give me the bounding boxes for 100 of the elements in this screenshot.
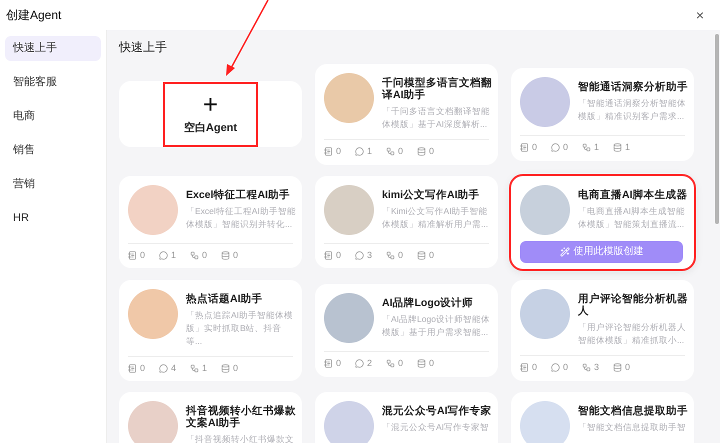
database-icon <box>417 251 426 260</box>
workflow-icon <box>582 143 592 152</box>
stat-count: 0 <box>398 357 404 370</box>
notebook-icon <box>128 364 137 373</box>
template-card[interactable]: 电商直播AI脚本生成器 「电商直播AI脚本生成智能体模版」智能策划直播流... 使用此模版创建 <box>511 176 694 268</box>
card-title: 空白Agent <box>184 120 238 136</box>
template-card[interactable]: 智能文档信息提取助手 「智能文档信息提取助手智 <box>511 392 694 443</box>
sidebar-item[interactable]: 电商 <box>5 104 101 129</box>
avatar-placeholder <box>520 184 570 234</box>
workflow-icon <box>582 363 592 372</box>
window-title: 创建Agent <box>6 7 62 24</box>
card-description: 「用户评论智能分析机器人智能体模版」精准抓取小... <box>578 321 687 347</box>
template-card[interactable]: 千问模型多语言文档翻译AI助手 「千问多语言文档翻译智能体模版」基于AI深度解析... 0 1 0 0 <box>315 64 498 164</box>
card-title: kimi公文写作AI助手 <box>382 188 481 201</box>
database-icon <box>613 363 622 372</box>
card-title: 热点话题AI助手 <box>186 292 264 304</box>
card-description: 「AI品牌Logo设计师智能体模版」基于用户需求智能... <box>382 313 491 339</box>
card-title: 用户评论智能分析机器人 <box>578 293 689 317</box>
template-card[interactable]: kimi公文写作AI助手 「Kimi公文写作AI助手智能体模版」精准解析用户需... 0 3 0 0 <box>315 176 498 268</box>
chat-icon <box>355 359 364 368</box>
stat-count: 4 <box>171 362 176 374</box>
stat-count: 1 <box>594 141 600 154</box>
card-description: 「电商直播AI脚本生成智能体模版」智能策划直播流... <box>578 204 686 230</box>
notebook-icon <box>324 147 333 156</box>
avatar-placeholder <box>324 73 374 123</box>
scrollbar-thumb[interactable] <box>714 34 718 224</box>
sidebar-item[interactable]: 营销 <box>5 172 101 197</box>
workflow-icon <box>190 364 200 373</box>
database-icon <box>417 359 426 368</box>
avatar-placeholder <box>520 401 570 443</box>
card-description: 「Excel特征工程AI助手智能体模版」智能识别并转化... <box>186 204 297 231</box>
chat-icon <box>551 143 560 152</box>
avatar-placeholder <box>128 184 178 235</box>
stat-count: 0 <box>202 248 208 262</box>
card-description: 「热点追踪AI助手智能体模版」实时抓取B站、抖音等... <box>186 308 294 348</box>
template-card[interactable]: AI品牌Logo设计师 「AI品牌Logo设计师智能体模版」基于用户需求智能... 0 2 0 0 <box>315 284 498 376</box>
stat-count: 0 <box>563 361 568 374</box>
sidebar-item[interactable]: 快速上手 <box>5 36 101 61</box>
chat-icon <box>355 147 364 156</box>
database-icon <box>613 143 622 152</box>
notebook-icon <box>324 359 333 368</box>
stat-count: 0 <box>532 361 538 374</box>
template-card[interactable]: 混元公众号AI写作专家 「混元公众号AI写作专家智 <box>315 392 498 443</box>
wand-icon <box>560 246 570 256</box>
card-description: 「Kimi公文写作AI助手智能体模版」精准解析用户需... <box>382 204 490 231</box>
workflow-icon <box>386 251 396 260</box>
avatar-placeholder <box>324 401 374 443</box>
stat-count: 1 <box>202 362 208 374</box>
stat-count: 3 <box>594 361 600 374</box>
template-card[interactable]: 智能通话洞察分析助手 「智能通话洞察分析智能体模版」精准识别客户需求... 0 0 1 1 <box>511 68 694 160</box>
avatar-placeholder <box>324 293 374 343</box>
sidebar-item[interactable]: HR <box>5 206 101 231</box>
template-card[interactable]: 抖音视频转小红书爆款文案AI助手 「抖音视频转小红书爆款文 <box>119 392 302 443</box>
template-card[interactable]: Excel特征工程AI助手 「Excel特征工程AI助手智能体模版」智能识别并转化... 0 1 0 0 <box>119 176 302 268</box>
blank-agent-card[interactable]: + 空白Agent <box>119 81 302 148</box>
avatar-placeholder <box>128 401 178 443</box>
card-description: 「抖音视频转小红书爆款文 <box>186 433 295 443</box>
notebook-icon <box>520 143 529 152</box>
workflow-icon <box>386 359 396 368</box>
sidebar-item[interactable]: 智能客服 <box>5 70 101 95</box>
stat-count: 0 <box>336 357 342 370</box>
template-card[interactable]: 热点话题AI助手 「热点追踪AI助手智能体模版」实时抓取B站、抖音等... 0 4 1 0 <box>119 280 302 381</box>
stat-count: 0 <box>233 362 238 374</box>
card-title: 抖音视频转小红书爆款文案AI助手 <box>186 405 297 429</box>
card-description: 「混元公众号AI写作专家智 <box>382 421 490 434</box>
card-title: AI品牌Logo设计师 <box>382 297 474 309</box>
workflow-icon <box>386 147 396 156</box>
template-card[interactable]: 用户评论智能分析机器人 「用户评论智能分析机器人智能体模版」精准抓取小... 0 0 3 0 <box>511 280 694 380</box>
avatar-placeholder <box>520 289 570 339</box>
stat-count: 0 <box>336 145 342 158</box>
avatar-placeholder <box>520 77 570 127</box>
database-icon <box>417 147 426 156</box>
avatar-placeholder <box>324 184 374 235</box>
card-title: 智能通话洞察分析助手 <box>578 81 689 93</box>
sidebar-item[interactable]: 销售 <box>5 138 101 163</box>
stat-count: 0 <box>398 145 404 158</box>
stat-count: 0 <box>336 248 342 262</box>
database-icon <box>221 364 230 373</box>
card-title: 混元公众号AI写作专家 <box>382 405 492 417</box>
notebook-icon <box>324 251 333 260</box>
card-description: 「智能文档信息提取助手智 <box>578 421 687 434</box>
stat-count: 0 <box>233 248 238 262</box>
blank-agent-button[interactable]: + 空白Agent <box>165 84 256 145</box>
stat-count: 0 <box>429 357 434 370</box>
stat-count: 0 <box>140 362 146 374</box>
stat-count: 3 <box>367 248 372 262</box>
stat-count: 0 <box>429 145 434 158</box>
card-description: 「千问多语言文档翻译智能体模版」基于AI深度解析... <box>382 105 491 131</box>
notebook-icon <box>520 363 529 372</box>
close-icon[interactable]: × <box>696 4 704 26</box>
stat-count: 2 <box>367 357 372 370</box>
stat-count: 0 <box>563 141 568 154</box>
card-description: 「智能通话洞察分析智能体模版」精准识别客户需求... <box>578 97 687 123</box>
plus-icon: + <box>202 92 218 116</box>
section-title: 快速上手 <box>119 39 168 56</box>
card-title: 智能文档信息提取助手 <box>578 405 688 417</box>
notebook-icon <box>128 251 137 260</box>
avatar-placeholder <box>128 288 178 338</box>
card-title: 千问模型多语言文档翻译AI助手 <box>382 77 493 101</box>
stat-count: 1 <box>171 248 176 262</box>
